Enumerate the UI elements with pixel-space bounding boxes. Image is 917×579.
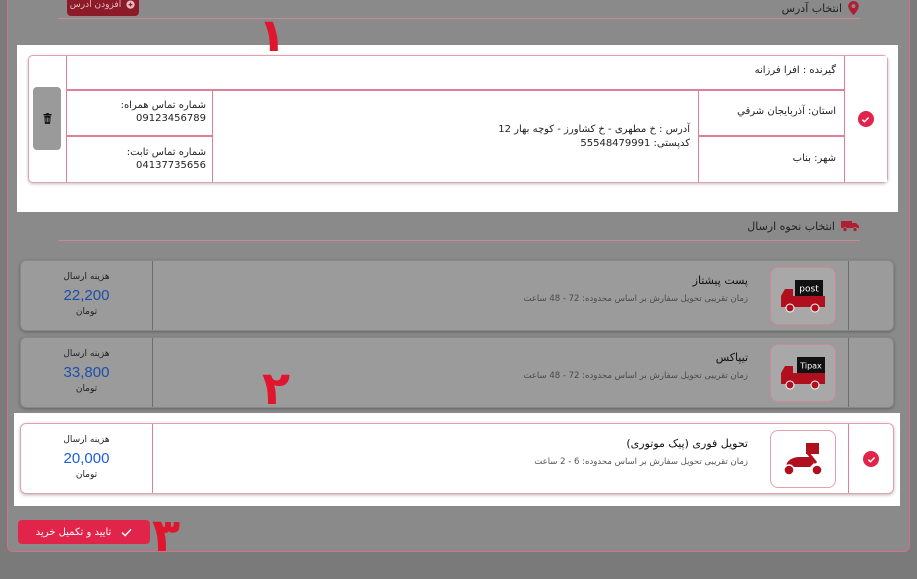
annotation-1: ۱	[258, 8, 287, 62]
select-divider	[848, 338, 849, 407]
method-name: تحویل فوری (پیک موتوری)	[626, 437, 748, 450]
address-body-cell: آدرس : خ مطهری - خ کشاورز - کوچه بهار 12…	[212, 90, 699, 182]
shipping-section-header: انتخاب نحوه ارسال	[747, 218, 859, 234]
motorcycle-courier-icon	[770, 430, 836, 488]
post-cost: هزینه ارسال 22,200 تومان	[21, 261, 152, 330]
cost-label: هزینه ارسال	[63, 349, 110, 359]
delete-address-button[interactable]	[33, 87, 61, 150]
address-card[interactable]: گیرنده : افرا فرزانه استان: آذربایجان شر…	[28, 55, 888, 183]
city-text: شهر: بناب	[792, 153, 836, 164]
method-description: زمان تقریبی تحویل سفارش بر اساس محدوده: …	[534, 457, 748, 467]
cost-unit: تومان	[75, 384, 98, 394]
confirm-purchase-button[interactable]: تایید و تکمیل خرید	[18, 520, 150, 544]
address-line: آدرس : خ مطهری - خ کشاورز - کوچه بهار 12	[498, 124, 690, 135]
shipping-method-post[interactable]: هزینه ارسال 22,200 تومان پست پیشتاز زمان…	[20, 260, 894, 331]
cost-value: 22,200	[63, 287, 110, 304]
tipax-truck-icon: Tipax	[770, 344, 836, 402]
shipping-method-express[interactable]: هزینه ارسال 20,000 تومان تحویل فوری (پیک…	[20, 423, 894, 494]
method-name: پست پیشتاز	[692, 274, 748, 287]
address-section-header: انتخاب آدرس	[782, 0, 859, 16]
post-truck-icon: post	[770, 267, 836, 325]
confirm-purchase-label: تایید و تکمیل خرید	[35, 526, 112, 538]
annotation-3: ۳	[152, 508, 181, 562]
select-divider	[848, 261, 849, 330]
address-selected-check-icon[interactable]	[857, 111, 874, 127]
phone-label: شماره تماس ثابت:	[126, 147, 206, 158]
phone-cell: شماره تماس ثابت: 04137735656	[66, 136, 213, 182]
checkmark-icon	[121, 528, 132, 537]
recipient-cell: گیرنده : افرا فرزانه	[66, 56, 845, 90]
phone-value: 04137735656	[136, 160, 206, 171]
province-text: استان: آذربایجان شرقي	[737, 106, 836, 117]
post-logo-text: post	[799, 285, 819, 295]
cost-label: هزینه ارسال	[63, 435, 110, 445]
method-name: تیپاکس	[715, 351, 748, 364]
mobile-label: شماره تماس همراه:	[120, 100, 206, 111]
cost-label: هزینه ارسال	[63, 272, 110, 282]
shipping-method-tipax[interactable]: هزینه ارسال 33,800 تومان تیپاکس زمان تقر…	[20, 337, 894, 408]
add-address-label: افزودن آدرس	[69, 0, 122, 10]
shipping-header-divider	[58, 240, 860, 241]
city-cell: شهر: بناب	[698, 136, 845, 182]
select-divider	[848, 424, 849, 493]
trash-icon	[42, 113, 52, 124]
express-cost: هزینه ارسال 20,000 تومان	[21, 424, 152, 493]
shipping-section-title: انتخاب نحوه ارسال	[747, 219, 835, 233]
tipax-logo-text: Tipax	[799, 362, 822, 371]
cost-unit: تومان	[75, 470, 98, 480]
cost-value: 33,800	[63, 364, 110, 381]
tipax-cost: هزینه ارسال 33,800 تومان	[21, 338, 152, 407]
cost-divider	[152, 338, 153, 407]
annotation-2: ۲	[262, 361, 291, 415]
method-description: زمان تقریبی تحویل سفارش بر اساس محدوده: …	[523, 371, 748, 381]
address-select-cell[interactable]	[843, 56, 887, 182]
express-info: تحویل فوری (پیک موتوری) زمان تقریبی تحوی…	[534, 424, 748, 493]
recipient-name: گیرنده : افرا فرزانه	[754, 65, 836, 76]
method-description: زمان تقریبی تحویل سفارش بر اساس محدوده: …	[523, 294, 748, 304]
mobile-value: 09123456789	[136, 113, 206, 124]
cost-divider	[152, 424, 153, 493]
tipax-info: تیپاکس زمان تقریبی تحویل سفارش بر اساس م…	[523, 338, 748, 407]
add-location-icon	[126, 0, 135, 9]
add-address-button[interactable]: افزودن آدرس	[67, 0, 139, 16]
mobile-cell: شماره تماس همراه: 09123456789	[66, 90, 213, 136]
address-header-divider	[58, 18, 860, 19]
address-section-title: انتخاب آدرس	[781, 1, 842, 15]
delivery-truck-icon	[841, 221, 859, 232]
express-selected-check-icon[interactable]	[863, 451, 879, 467]
cost-divider	[152, 261, 153, 330]
cost-unit: تومان	[75, 307, 98, 317]
postal-code: کدپستی: 55548479991	[580, 138, 690, 149]
cost-value: 20,000	[63, 450, 110, 467]
post-info: پست پیشتاز زمان تقریبی تحویل سفارش بر اس…	[523, 261, 748, 330]
location-pin-icon	[848, 1, 859, 15]
province-cell: استان: آذربایجان شرقي	[698, 90, 845, 136]
